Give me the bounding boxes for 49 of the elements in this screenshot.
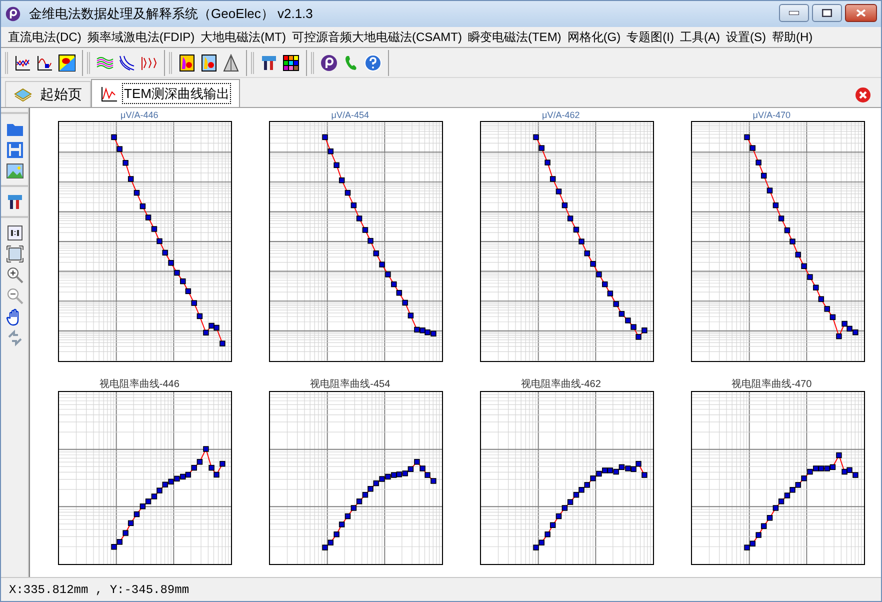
image-icon[interactable] [6, 162, 24, 180]
chart-title: μV/A-446 [120, 110, 158, 121]
menu-item[interactable]: 专题图(I) [624, 28, 677, 46]
menu-item[interactable]: 大地电磁法(MT) [198, 28, 289, 46]
tab[interactable]: TEM测深曲线输出 [91, 79, 240, 107]
chart-title: μV/A-454 [331, 110, 369, 121]
chart-title: 视电阻率曲线-454 [310, 378, 390, 391]
chart-title: 视电阻率曲线-470 [732, 378, 812, 391]
layers-icon [14, 86, 32, 102]
toolbox-icon[interactable] [6, 192, 24, 210]
menu-item[interactable]: 设置(S) [722, 28, 769, 46]
minimize-icon [789, 11, 799, 15]
window-title: 金维电法数据处理及解释系统（GeoElec） v2.1.3 [29, 5, 313, 24]
menu-item[interactable]: 工具(A) [676, 28, 723, 46]
color-grid-icon[interactable] [282, 54, 300, 72]
save-icon[interactable] [6, 140, 24, 158]
close-icon[interactable] [855, 87, 871, 103]
menu-item[interactable]: 网格化(G) [564, 28, 624, 46]
app-logo-icon[interactable] [320, 54, 338, 72]
zoom-in-icon[interactable] [6, 266, 24, 284]
status-text: X:335.812mm , Y:-345.89mm [9, 582, 190, 598]
triangle-icon[interactable] [222, 54, 240, 72]
line-chart-icon[interactable] [14, 54, 32, 72]
chart-title: 视电阻率曲线-446 [99, 378, 180, 391]
actual-size-icon[interactable] [6, 224, 24, 242]
fit-to-window-icon[interactable] [6, 244, 24, 262]
chart-title: μV/A-462 [542, 110, 580, 121]
wave-chart-icon[interactable] [36, 54, 54, 72]
app-logo-icon [5, 6, 21, 22]
color-map-icon[interactable] [200, 54, 218, 72]
minimize-button[interactable] [779, 4, 809, 22]
menu-item[interactable]: 频率域激电法(FDIP) [84, 28, 198, 46]
menu-item[interactable]: 可控源音频大地电磁法(CSAMT) [288, 28, 465, 46]
line-chart-icon [100, 86, 118, 102]
tab[interactable]: 起始页 [5, 81, 91, 107]
maximize-icon [822, 9, 832, 17]
map-icon[interactable] [58, 54, 76, 72]
menu-item[interactable]: 直流电法(DC) [5, 28, 84, 46]
close-button[interactable] [845, 4, 877, 22]
chart-title: 视电阻率曲线-462 [520, 378, 601, 391]
menu-item[interactable]: 帮助(H) [768, 28, 816, 46]
menu-item[interactable]: 瞬变电磁法(TEM) [464, 28, 564, 46]
diagonal-lines-icon[interactable] [118, 54, 136, 72]
help-icon[interactable] [364, 54, 382, 72]
maximize-button[interactable] [812, 4, 842, 22]
chart-title: μV/A-470 [752, 110, 790, 121]
color-map-icon[interactable] [178, 54, 196, 72]
toolbox-icon[interactable] [260, 54, 278, 72]
close-icon [856, 9, 866, 17]
